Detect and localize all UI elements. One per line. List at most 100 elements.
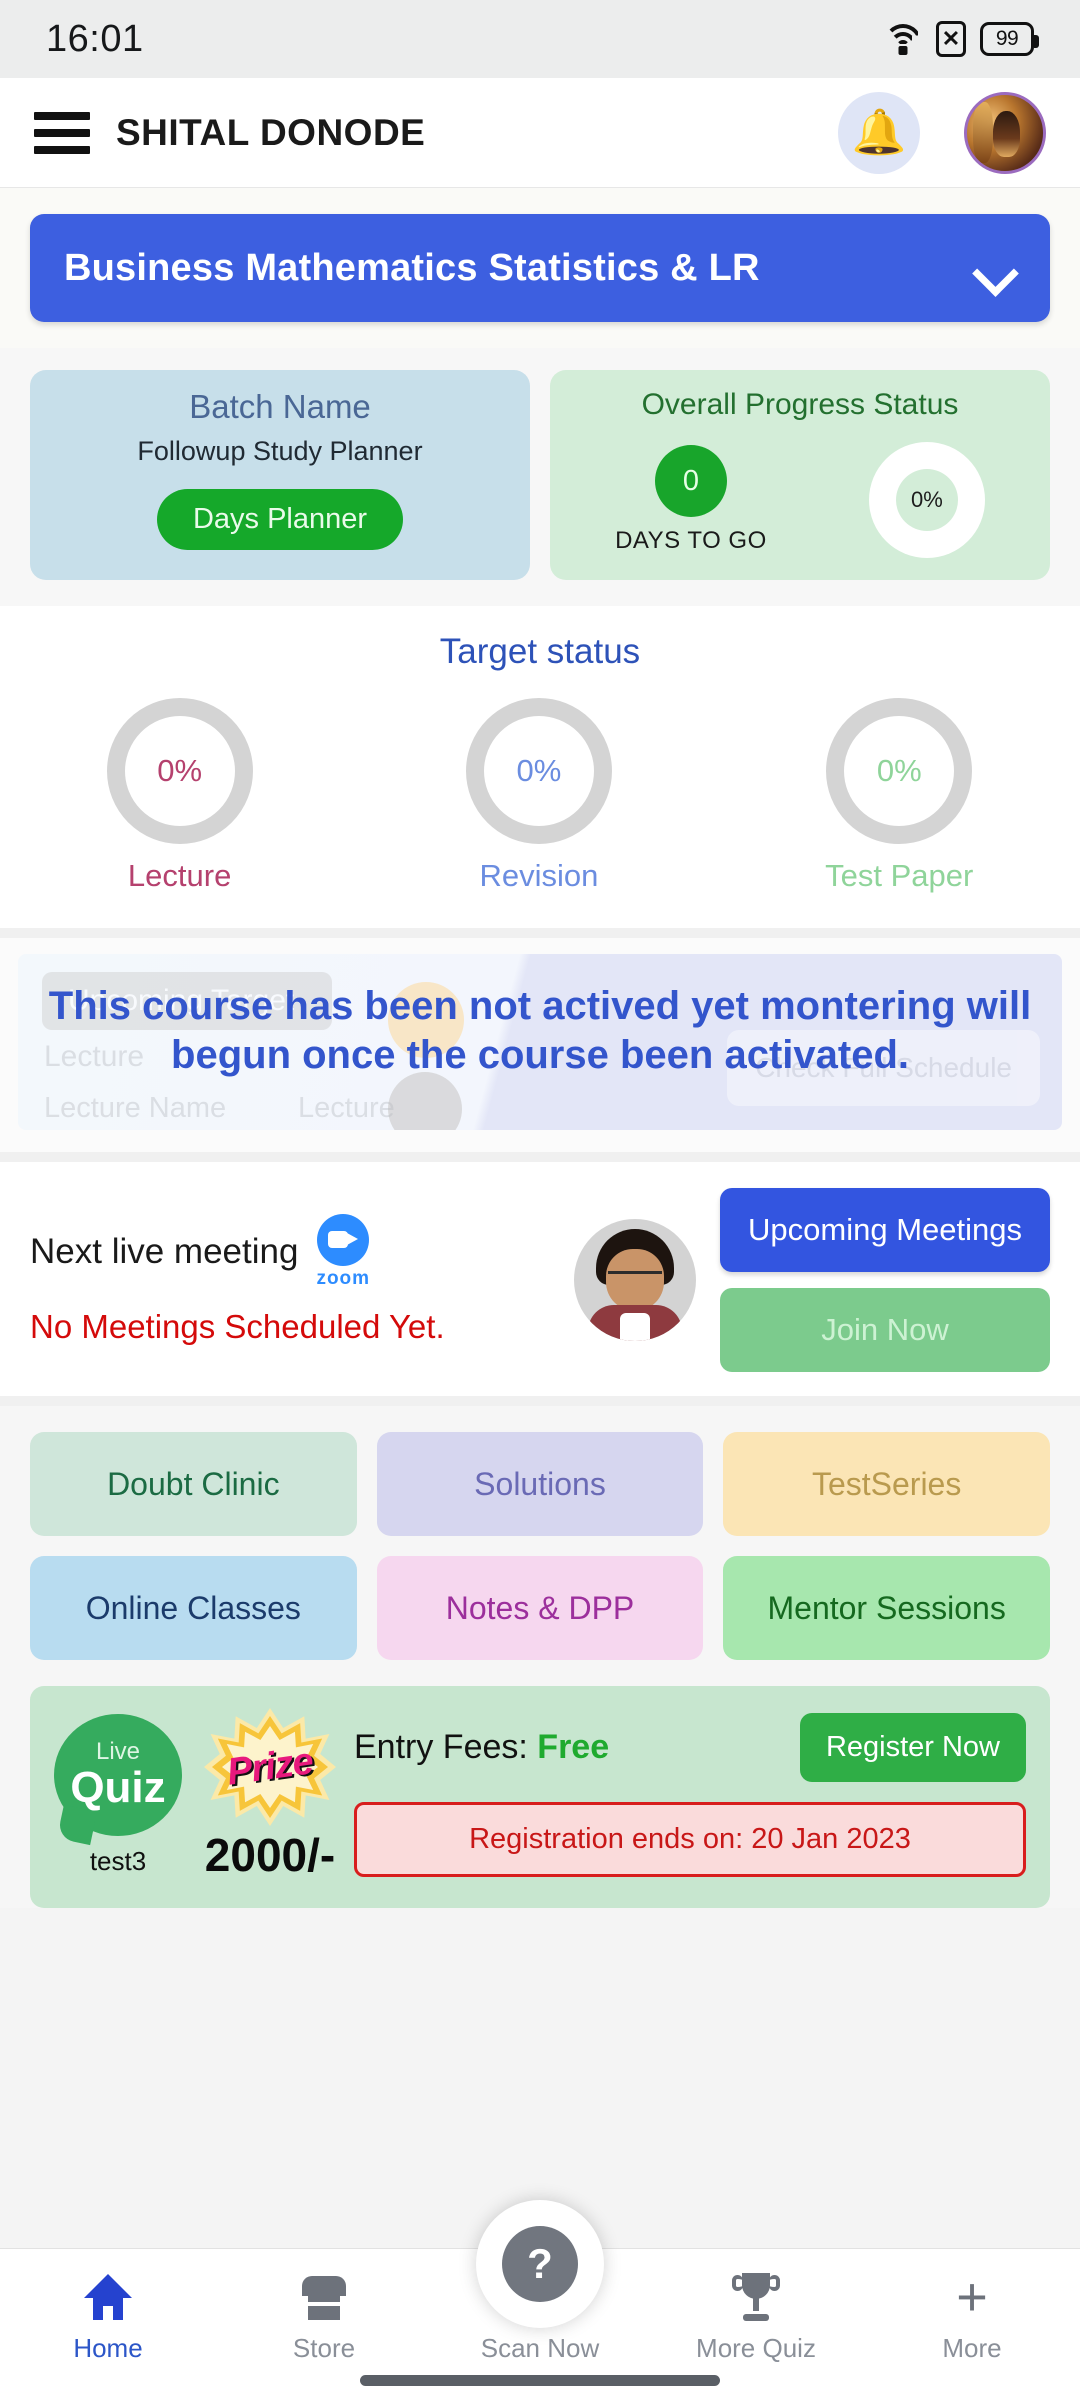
page-title: SHITAL DONODE xyxy=(116,111,426,153)
scroll-content: Business Mathematics Statistics & LR Bat… xyxy=(0,188,1080,2248)
help-icon: ? xyxy=(502,2226,578,2302)
user-avatar[interactable] xyxy=(964,91,1046,174)
scan-now-fab[interactable]: ? xyxy=(476,2200,604,2328)
wifi-icon xyxy=(884,24,922,55)
live-meeting-section: Next live meeting zoom No Meetings Sched… xyxy=(0,1162,1080,1396)
target-status-rings: 0% Lecture 0% Revision 0% Test Paper xyxy=(0,698,1080,894)
upcoming-lecture-label-2: Lecture xyxy=(298,1092,395,1124)
upcoming-lecture-name-label: Lecture Name xyxy=(44,1092,227,1124)
live-quiz-bubble-icon: Live Quiz xyxy=(54,1713,182,1836)
nav-label-store: Store xyxy=(292,2333,356,2363)
course-selector-section: Business Mathematics Statistics & LR xyxy=(0,188,1080,348)
teacher-avatar xyxy=(574,1219,697,1341)
tile-doubt-clinic[interactable]: Doubt Clinic xyxy=(30,1432,357,1536)
status-time: 16:01 xyxy=(46,17,144,60)
live-meeting-status: No Meetings Scheduled Yet. xyxy=(30,1308,445,1345)
upcoming-target-circle-icon-2 xyxy=(388,1072,462,1130)
tile-online-classes[interactable]: Online Classes xyxy=(30,1556,357,1660)
no-sim-icon: ✕ xyxy=(936,21,966,57)
upcoming-meetings-button[interactable]: Upcoming Meetings xyxy=(720,1188,1050,1272)
section-divider-3 xyxy=(0,1396,1080,1406)
quiz-name: test3 xyxy=(89,1845,147,1876)
notification-bell-button[interactable]: 🔔 xyxy=(838,91,920,174)
hamburger-menu-icon[interactable] xyxy=(34,111,90,154)
nav-label-scan-now: Scan Now xyxy=(480,2333,600,2363)
teacher-shirt xyxy=(620,1313,651,1341)
entry-fees-label: Entry Fees: xyxy=(354,1728,528,1766)
quick-links-grid: Doubt Clinic Solutions TestSeries Online… xyxy=(30,1432,1050,1660)
batch-name-value: Followup Study Planner xyxy=(137,436,423,466)
lecture-progress-ring: 0% xyxy=(106,698,253,844)
app-screen: 16:01 ✕ 99 SHITAL DONODE 🔔 Business Math… xyxy=(0,0,1080,2400)
live-quiz-logo-block: Live Quiz test3 xyxy=(54,1713,182,1877)
days-to-go-label: DAYS TO GO xyxy=(615,527,767,554)
entry-fees-block: Entry Fees: Free xyxy=(354,1728,609,1767)
upcoming-target-section: Upcoming Target Lecture Lecture Name Lec… xyxy=(0,938,1080,1152)
overall-progress-percent: 0% xyxy=(911,487,943,512)
quiz-label: Quiz xyxy=(70,1762,166,1812)
target-ring-lecture: 0% Lecture xyxy=(106,698,253,894)
app-bar: SHITAL DONODE 🔔 xyxy=(0,78,1080,188)
status-bar: 16:01 ✕ 99 xyxy=(0,0,1080,78)
nav-label-more-quiz: More Quiz xyxy=(696,2333,816,2363)
teacher-glasses xyxy=(608,1271,663,1283)
upcoming-target-card: Upcoming Target Lecture Lecture Name Lec… xyxy=(18,954,1062,1130)
days-to-go-value: 0 xyxy=(654,445,727,517)
target-status-section: Target status 0% Lecture 0% Revision 0% … xyxy=(0,606,1080,928)
test-paper-label: Test Paper xyxy=(825,858,974,893)
course-selector-dropdown[interactable]: Business Mathematics Statistics & LR xyxy=(30,214,1050,322)
target-ring-test-paper: 0% Test Paper xyxy=(825,698,973,894)
live-quiz-section: Live Quiz test3 Prize 2000/- Entry Fees:… xyxy=(0,1678,1080,1908)
battery-level: 99 xyxy=(995,27,1019,50)
battery-icon: 99 xyxy=(980,22,1039,56)
tile-solutions[interactable]: Solutions xyxy=(376,1432,704,1536)
section-divider xyxy=(0,928,1080,938)
course-not-activated-message: This course has been not actived yet mon… xyxy=(48,984,1032,1077)
register-now-button[interactable]: Register Now xyxy=(799,1713,1026,1782)
status-icons: ✕ 99 xyxy=(884,21,1039,57)
entry-fees-value: Free xyxy=(537,1728,610,1766)
days-to-go-block: 0 DAYS TO GO xyxy=(615,445,767,555)
nav-item-home[interactable]: Home xyxy=(0,2271,216,2364)
join-now-button[interactable]: Join Now xyxy=(720,1288,1050,1372)
course-name-label: Business Mathematics Statistics & LR xyxy=(64,246,760,289)
tile-mentor-sessions[interactable]: Mentor Sessions xyxy=(723,1556,1050,1660)
progress-card-title: Overall Progress Status xyxy=(641,388,959,421)
lecture-label: Lecture xyxy=(127,858,232,893)
nav-item-more[interactable]: + More xyxy=(864,2267,1080,2364)
nav-item-more-quiz[interactable]: More Quiz xyxy=(648,2271,864,2364)
zoom-icon: zoom xyxy=(316,1214,370,1290)
live-meeting-info: Next live meeting zoom No Meetings Sched… xyxy=(30,1214,550,1346)
nav-label-home: Home xyxy=(73,2333,143,2363)
progress-card: Overall Progress Status 0 DAYS TO GO 0% xyxy=(550,370,1050,580)
live-meeting-title: Next live meeting xyxy=(30,1232,299,1271)
tile-notes-dpp[interactable]: Notes & DPP xyxy=(376,1556,704,1660)
live-quiz-card: Live Quiz test3 Prize 2000/- Entry Fees:… xyxy=(30,1686,1050,1908)
test-paper-percent: 0% xyxy=(876,753,922,788)
lecture-percent: 0% xyxy=(157,753,203,788)
target-status-title: Target status xyxy=(439,632,641,671)
gesture-home-bar[interactable] xyxy=(360,2375,720,2386)
prize-block: Prize 2000/- xyxy=(204,1708,336,1882)
tile-testseries[interactable]: TestSeries xyxy=(723,1432,1050,1536)
section-divider-2 xyxy=(0,1152,1080,1162)
notification-bell-icon: 🔔 xyxy=(851,107,907,157)
nav-item-store[interactable]: Store xyxy=(216,2271,432,2364)
live-meeting-heading: Next live meeting zoom xyxy=(30,1214,550,1290)
target-ring-revision: 0% Revision xyxy=(465,698,612,894)
trophy-icon xyxy=(648,2271,864,2323)
registration-deadline-banner: Registration ends on: 20 Jan 2023 xyxy=(354,1802,1026,1877)
chevron-down-icon xyxy=(976,257,1016,279)
prize-amount: 2000/- xyxy=(204,1829,336,1881)
quiz-entry-row: Entry Fees: Free Register Now xyxy=(354,1713,1026,1782)
quick-links-section: Doubt Clinic Solutions TestSeries Online… xyxy=(0,1406,1080,1678)
progress-card-body: 0 DAYS TO GO 0% xyxy=(564,436,1036,558)
nav-label-more: More xyxy=(942,2333,1002,2363)
prize-starburst-icon: Prize xyxy=(204,1708,336,1826)
live-meeting-actions: Upcoming Meetings Join Now xyxy=(720,1188,1050,1372)
plus-icon: + xyxy=(956,2267,988,2327)
overall-progress-donut: 0% xyxy=(868,442,985,558)
days-planner-button[interactable]: Days Planner xyxy=(156,489,404,550)
store-icon xyxy=(216,2271,432,2323)
revision-percent: 0% xyxy=(516,753,562,788)
